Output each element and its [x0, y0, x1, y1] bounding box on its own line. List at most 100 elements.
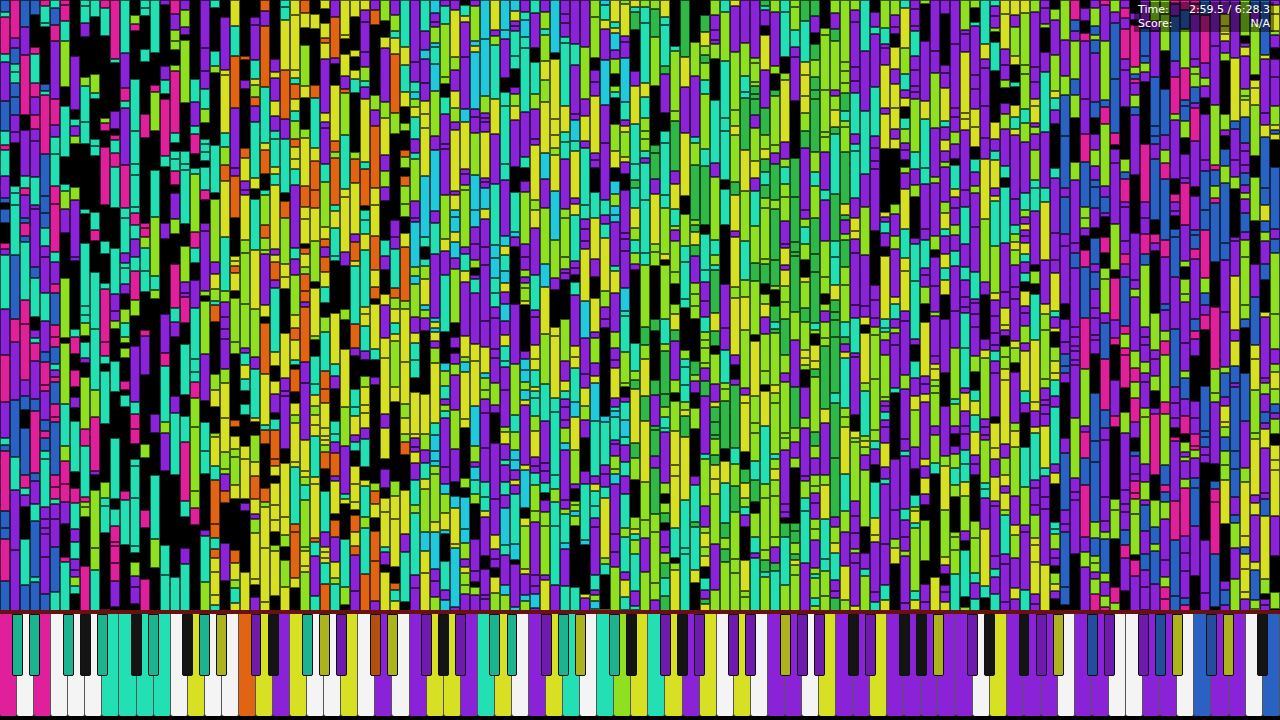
note: [380, 414, 390, 428]
note: [280, 193, 290, 201]
note: [360, 351, 370, 360]
note: [0, 150, 10, 176]
note: [660, 74, 670, 113]
note: [130, 79, 140, 131]
note: [430, 47, 440, 64]
note: [80, 23, 90, 37]
note: [430, 597, 440, 610]
note: [520, 526, 530, 569]
note: [230, 457, 240, 485]
note: [320, 452, 330, 469]
note: [130, 257, 140, 271]
note: [40, 246, 50, 257]
note: [350, 348, 360, 356]
note: [130, 31, 140, 79]
note: [550, 59, 560, 119]
note: [570, 295, 580, 346]
note: [620, 580, 630, 597]
note: [100, 533, 110, 593]
note: [310, 340, 320, 356]
note: [170, 151, 180, 159]
note: [310, 596, 320, 610]
note: [500, 432, 510, 444]
note: [360, 234, 370, 250]
note: [530, 210, 540, 228]
note: [400, 123, 410, 131]
note: [570, 531, 580, 587]
note-lane: [310, 0, 320, 610]
note: [540, 483, 550, 493]
note: [110, 153, 120, 167]
note: [670, 272, 680, 284]
note: [30, 141, 40, 177]
note: [340, 197, 350, 252]
note: [330, 434, 340, 442]
note: [130, 498, 140, 546]
note: [70, 329, 80, 337]
note: [530, 416, 540, 431]
note: [510, 485, 520, 494]
note: [250, 178, 260, 189]
note: [560, 420, 570, 428]
note: [230, 436, 240, 449]
note: [120, 208, 130, 218]
note: [440, 363, 450, 371]
note: [170, 396, 180, 413]
note: [350, 17, 360, 50]
note: [460, 254, 470, 271]
note: [420, 310, 430, 318]
note: [530, 398, 540, 416]
note: [650, 380, 660, 395]
note: [60, 41, 70, 87]
note: [300, 500, 310, 547]
note: [180, 395, 190, 405]
note: [0, 355, 10, 402]
note: [410, 480, 420, 505]
note: [400, 442, 410, 455]
note: [620, 132, 630, 157]
note: [160, 314, 170, 353]
note: [320, 43, 330, 59]
note: [0, 402, 10, 438]
note: [120, 491, 130, 500]
note: [400, 534, 410, 552]
note: [200, 0, 210, 48]
note: [20, 507, 30, 539]
note: [280, 0, 290, 7]
note: [420, 50, 430, 59]
note: [590, 277, 600, 298]
note: [370, 95, 380, 110]
note: [370, 287, 380, 299]
note: [60, 278, 70, 338]
note: [480, 347, 490, 373]
note: [120, 284, 130, 294]
note: [530, 275, 540, 310]
note: [80, 315, 90, 323]
note: [140, 0, 150, 8]
note: [280, 378, 290, 391]
note: [480, 219, 490, 247]
note-lane: [670, 0, 680, 610]
note: [310, 425, 320, 436]
note: [660, 578, 670, 596]
note: [180, 151, 190, 164]
note: [530, 109, 540, 139]
note: [550, 191, 560, 240]
note: [160, 80, 170, 94]
note: [660, 66, 670, 74]
note: [470, 595, 480, 610]
note: [540, 61, 550, 80]
note-lane: [580, 0, 590, 610]
note: [0, 223, 10, 243]
note: [150, 276, 160, 290]
note: [150, 290, 160, 299]
note: [50, 25, 60, 41]
note: [20, 488, 30, 495]
note: [380, 37, 390, 48]
note: [590, 160, 600, 168]
note: [430, 0, 440, 13]
note: [470, 344, 480, 361]
note: [50, 519, 60, 547]
note: [450, 242, 460, 258]
note: [10, 342, 20, 400]
